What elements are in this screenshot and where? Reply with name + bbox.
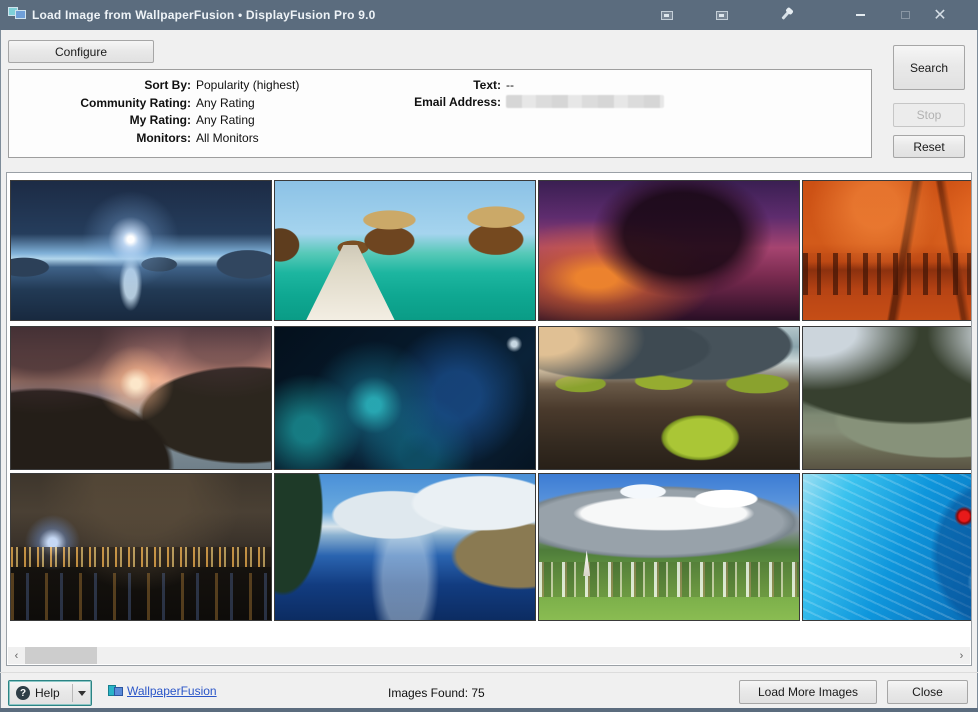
text-filter-value: -- xyxy=(506,78,514,92)
horizontal-scrollbar[interactable]: ‹ › xyxy=(8,647,970,664)
help-separator xyxy=(72,684,73,702)
sort-by-value: Popularity (highest) xyxy=(196,78,299,92)
stop-button: Stop xyxy=(893,103,965,127)
search-button[interactable]: Search xyxy=(893,45,965,90)
wallpaper-thumbnail[interactable] xyxy=(802,473,972,621)
configure-button[interactable]: Configure xyxy=(8,40,154,63)
titlebar: Load Image from WallpaperFusion • Displa… xyxy=(0,0,978,30)
scroll-right-icon[interactable]: › xyxy=(953,647,970,664)
wallpaperfusion-icon xyxy=(108,684,123,698)
monitors-label: Monitors: xyxy=(19,131,191,145)
close-button[interactable]: Close xyxy=(887,680,968,704)
wallpaperfusion-link-label[interactable]: WallpaperFusion xyxy=(127,684,217,698)
wallpaper-thumbnail[interactable] xyxy=(10,326,272,470)
scroll-left-icon[interactable]: ‹ xyxy=(8,647,25,664)
wallpaper-thumbnail[interactable] xyxy=(538,180,800,321)
window-bottom-border xyxy=(0,708,978,712)
monitors-value: All Monitors xyxy=(196,131,259,145)
wallpaper-thumbnail[interactable] xyxy=(274,180,536,321)
close-window-button[interactable]: ✕ xyxy=(927,5,953,25)
text-filter-label: Text: xyxy=(305,78,501,92)
span-monitors-icon[interactable] xyxy=(709,5,735,25)
email-address-label: Email Address: xyxy=(305,95,501,109)
my-rating-value: Any Rating xyxy=(196,113,255,127)
help-button-label: Help xyxy=(35,686,60,700)
sort-by-label: Sort By: xyxy=(19,78,191,92)
wallpaper-thumbnail[interactable] xyxy=(274,326,536,470)
footer-bar: ? Help WallpaperFusion Images Found: 75 … xyxy=(0,672,978,708)
maximize-button[interactable] xyxy=(892,5,918,25)
displayfusion-app-icon xyxy=(8,7,26,22)
community-rating-value: Any Rating xyxy=(196,96,255,110)
images-found-status: Images Found: 75 xyxy=(388,686,485,700)
move-to-monitor-icon[interactable] xyxy=(654,5,680,25)
reset-button[interactable]: Reset xyxy=(893,135,965,158)
scrollbar-thumb[interactable] xyxy=(25,647,97,664)
help-icon: ? xyxy=(16,686,30,700)
pin-window-icon[interactable] xyxy=(772,5,798,25)
email-address-value-redacted xyxy=(506,95,664,108)
minimize-button[interactable] xyxy=(847,5,873,25)
wallpaper-thumbnail[interactable] xyxy=(802,326,972,470)
wallpaper-thumbnail[interactable] xyxy=(538,473,800,621)
load-more-images-button[interactable]: Load More Images xyxy=(739,680,877,704)
load-image-dialog: Load Image from WallpaperFusion • Displa… xyxy=(0,0,978,712)
wallpaper-thumbnail[interactable] xyxy=(802,180,972,321)
filter-summary-panel: Sort By: Popularity (highest) Community R… xyxy=(8,69,872,158)
window-title: Load Image from WallpaperFusion • Displa… xyxy=(32,0,375,30)
wallpaper-thumbnail[interactable] xyxy=(274,473,536,621)
wallpaperfusion-link[interactable]: WallpaperFusion xyxy=(108,684,217,698)
help-dropdown-icon[interactable] xyxy=(78,691,86,696)
my-rating-label: My Rating: xyxy=(19,113,191,127)
community-rating-label: Community Rating: xyxy=(19,96,191,110)
help-button[interactable]: ? Help xyxy=(8,680,92,706)
wallpaper-gallery: ‹ › xyxy=(6,172,972,666)
wallpaper-thumbnail[interactable] xyxy=(10,180,272,321)
wallpaper-thumbnail[interactable] xyxy=(538,326,800,470)
wallpaper-thumbnail[interactable] xyxy=(10,473,272,621)
